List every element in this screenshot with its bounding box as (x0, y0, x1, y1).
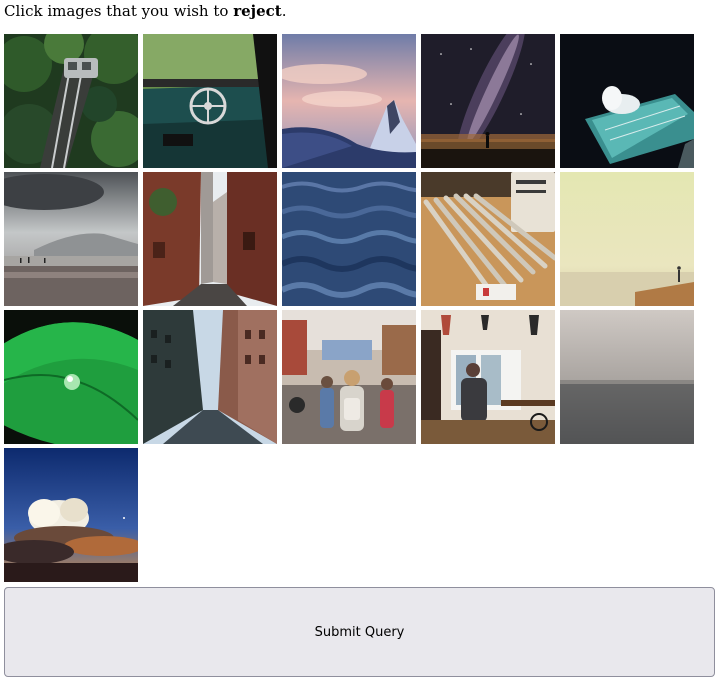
busy-street-crowd-image (282, 310, 416, 444)
ocean-pool-wave-image (560, 34, 694, 168)
instruction-tail: . (281, 2, 287, 20)
image-tile-6[interactable] (4, 172, 138, 306)
forest-funicular-image (4, 34, 138, 168)
image-tile-1[interactable] (4, 34, 138, 168)
submit-query-button[interactable]: Submit Query (4, 587, 715, 677)
pale-sea-horizon-image (560, 172, 694, 306)
image-tile-7[interactable] (143, 172, 277, 306)
instruction-text: Click images that you wish to reject. (4, 1, 286, 21)
instruction-emphasis: reject (233, 2, 282, 20)
image-tile-3[interactable] (282, 34, 416, 168)
image-tile-2[interactable] (143, 34, 277, 168)
image-tile-12[interactable] (143, 310, 277, 444)
foggy-sea-image (560, 310, 694, 444)
cafe-interior-image (421, 310, 555, 444)
cloud-sunset-sky-image (4, 448, 138, 582)
ocean-water-image (282, 172, 416, 306)
city-street-buildings-image (143, 310, 277, 444)
image-tile-5[interactable] (560, 34, 694, 168)
instruction-lead: Click images that you wish to (4, 2, 234, 20)
snowy-peak-sunset-image (282, 34, 416, 168)
image-tile-16[interactable] (4, 448, 138, 582)
image-tile-15[interactable] (560, 310, 694, 444)
image-tile-4[interactable] (421, 34, 555, 168)
image-tile-11[interactable] (4, 310, 138, 444)
pencils-image (421, 172, 555, 306)
image-tile-13[interactable] (282, 310, 416, 444)
image-tile-9[interactable] (421, 172, 555, 306)
vintage-car-interior-image (143, 34, 277, 168)
green-leaf-droplet-image (4, 310, 138, 444)
brick-alley-image (143, 172, 277, 306)
milky-way-night-image (421, 34, 555, 168)
misty-beach-image (4, 172, 138, 306)
image-tile-10[interactable] (560, 172, 694, 306)
image-tile-8[interactable] (282, 172, 416, 306)
image-tile-14[interactable] (421, 310, 555, 444)
